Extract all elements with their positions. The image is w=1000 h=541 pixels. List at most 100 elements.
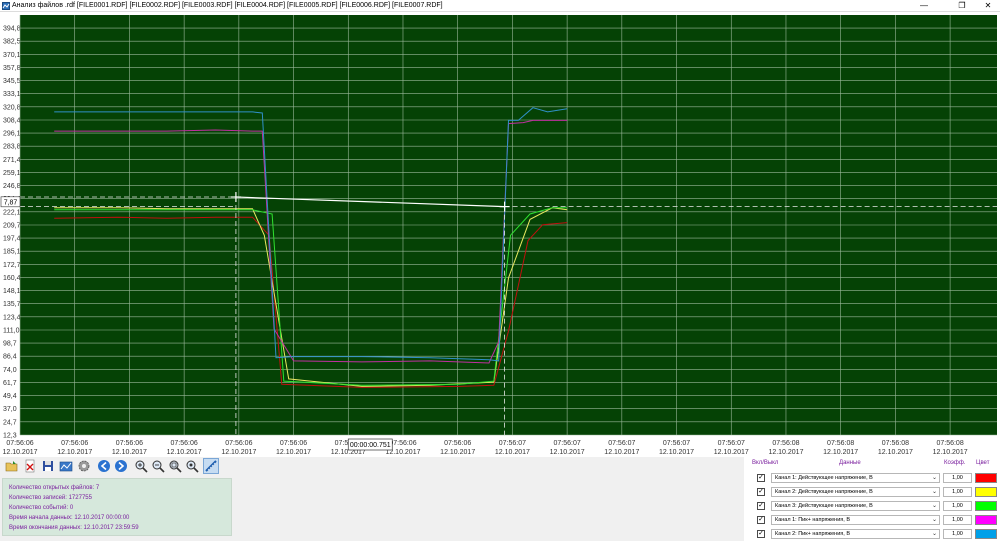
- x-tick-date: 12.10.2017: [167, 449, 202, 456]
- y-tick-label: 222,1: [3, 209, 21, 216]
- close-file-icon: [25, 459, 35, 473]
- x-tick-time: 07:56:08: [772, 440, 799, 447]
- x-tick-date: 12.10.2017: [112, 449, 147, 456]
- y-tick-label: 370,1: [3, 52, 21, 59]
- cursor-time-label: 00:00:00.751: [350, 442, 391, 449]
- y-tick-label: 123,4: [3, 314, 21, 321]
- cursor-value-label: 7,87: [4, 199, 18, 206]
- save-button[interactable]: [40, 458, 56, 474]
- channel-checkbox[interactable]: ✓: [757, 488, 765, 496]
- data-end-time: Время окончания данных: 12.10.2017 23:59…: [9, 525, 139, 531]
- x-tick-time: 07:56:08: [936, 440, 963, 447]
- data-start-time: Время начала данных: 12.10.2017 00:00:00: [9, 515, 130, 521]
- x-tick-time: 07:56:06: [61, 440, 88, 447]
- zoom-in-icon: [135, 460, 148, 473]
- zoom-out-button[interactable]: [150, 458, 166, 474]
- x-tick-time: 07:56:07: [608, 440, 635, 447]
- channel-color-swatch[interactable]: [975, 487, 997, 497]
- y-tick-label: 160,4: [3, 275, 21, 282]
- channel-color-swatch[interactable]: [975, 501, 997, 511]
- y-tick-label: 246,8: [3, 183, 21, 190]
- x-tick-time: 07:56:06: [171, 440, 198, 447]
- zoom-reset-button[interactable]: [184, 458, 200, 474]
- channel-coef-input[interactable]: 1,00: [943, 515, 972, 525]
- window-titlebar: Анализ файлов .rdf [FILE0001.RDF] [FILE0…: [0, 0, 1000, 12]
- channel-coef-input[interactable]: 1,00: [943, 473, 972, 483]
- channel-color-swatch[interactable]: [975, 473, 997, 483]
- channel-select[interactable]: Канал 1: Пик+ напряжения, В ⌄: [771, 515, 940, 525]
- x-tick-date: 12.10.2017: [604, 449, 639, 456]
- channel-coef-input[interactable]: 1,00: [943, 501, 972, 511]
- y-tick-label: 333,1: [3, 91, 21, 98]
- channel-color-swatch[interactable]: [975, 529, 997, 539]
- file-info-panel: Количество открытых файлов: 7 Количество…: [2, 478, 232, 536]
- x-tick-time: 07:56:08: [827, 440, 854, 447]
- y-tick-label: 345,5: [3, 78, 21, 85]
- zoom-in-button[interactable]: [133, 458, 149, 474]
- export-button[interactable]: [58, 458, 74, 474]
- channel-select[interactable]: Канал 2: Пик+ напряжения, В ⌄: [771, 529, 940, 539]
- x-tick-time: 07:56:06: [225, 440, 252, 447]
- measure-icon: [205, 460, 217, 472]
- events-count: Количество событий: 0: [9, 505, 74, 511]
- measure-button[interactable]: [203, 458, 219, 474]
- channel-coef-input[interactable]: 1,00: [943, 487, 972, 497]
- chevron-down-icon: ⌄: [931, 517, 937, 523]
- channel-row: ✓ Канал 2: Действующее напряжение, В ⌄ 1,…: [744, 486, 1000, 498]
- channel-select[interactable]: Канал 1: Действующее напряжение, В ⌄: [771, 473, 940, 483]
- y-tick-label: 74,0: [3, 367, 17, 374]
- close-button[interactable]: ✕: [976, 0, 1000, 12]
- y-tick-label: 49,4: [3, 393, 17, 400]
- y-tick-label: 37,0: [3, 406, 17, 413]
- y-tick-label: 259,1: [3, 170, 21, 177]
- x-tick-time: 07:56:07: [663, 440, 690, 447]
- channel-checkbox[interactable]: ✓: [757, 516, 765, 524]
- settings-button[interactable]: [76, 458, 92, 474]
- forward-button[interactable]: [113, 458, 129, 474]
- channel-checkbox[interactable]: ✓: [757, 474, 765, 482]
- channel-color-swatch[interactable]: [975, 515, 997, 525]
- channel-checkbox[interactable]: ✓: [757, 502, 765, 510]
- header-coef: Коэфф.: [944, 460, 966, 466]
- open-file-button[interactable]: [4, 458, 20, 474]
- y-tick-label: 271,4: [3, 157, 21, 164]
- y-tick-label: 382,5: [3, 39, 21, 46]
- channel-row: ✓ Канал 3: Действующее напряжение, В ⌄ 1,…: [744, 500, 1000, 512]
- y-tick-label: 86,4: [3, 354, 17, 361]
- y-tick-label: 61,7: [3, 380, 17, 387]
- gear-icon: [78, 460, 90, 472]
- x-tick-date: 12.10.2017: [495, 449, 530, 456]
- open-file-icon: [5, 461, 18, 472]
- voltage-chart[interactable]: 12,3 24,7 37,0 49,4 61,7 74,0 86,4 98,7 111,0 123…: [0, 12, 1000, 457]
- y-tick-label: 320,8: [3, 104, 21, 111]
- minimize-button[interactable]: —: [912, 0, 936, 12]
- chevron-down-icon: ⌄: [931, 531, 937, 537]
- header-data: Данные: [839, 460, 861, 466]
- x-tick-date: 12.10.2017: [57, 449, 92, 456]
- window-title: Анализ файлов .rdf [FILE0001.RDF] [FILE0…: [12, 2, 443, 9]
- back-button[interactable]: [96, 458, 112, 474]
- y-tick-label: 24,7: [3, 419, 17, 426]
- save-icon: [43, 461, 53, 471]
- y-tick-label: 172,7: [3, 262, 21, 269]
- channel-select[interactable]: Канал 2: Действующее напряжение, В ⌄: [771, 487, 940, 497]
- zoom-area-icon: [169, 460, 182, 473]
- zoom-area-button[interactable]: [167, 458, 183, 474]
- close-file-button[interactable]: [22, 458, 38, 474]
- channel-coef-input[interactable]: 1,00: [943, 529, 972, 539]
- maximize-button[interactable]: ❐: [950, 0, 974, 12]
- files-count: Количество открытых файлов: 7: [9, 485, 100, 491]
- y-tick-label: 283,8: [3, 144, 21, 151]
- export-icon: [59, 461, 73, 472]
- x-tick-time: 07:56:06: [116, 440, 143, 447]
- y-tick-label: 394,8: [3, 26, 21, 33]
- x-tick-date: 12.10.2017: [768, 449, 803, 456]
- y-tick-label: 296,1: [3, 131, 21, 138]
- x-tick-time: 07:56:07: [499, 440, 526, 447]
- channel-checkbox[interactable]: ✓: [757, 530, 765, 538]
- chart-area[interactable]: 12,3 24,7 37,0 49,4 61,7 74,0 86,4 98,7 111,0 123…: [0, 12, 1000, 457]
- header-onoff: Вкл/Выкл: [752, 460, 779, 466]
- chevron-down-icon: ⌄: [931, 489, 937, 495]
- arrow-right-icon: [115, 460, 127, 472]
- channel-select[interactable]: Канал 3: Действующее напряжение, В ⌄: [771, 501, 940, 511]
